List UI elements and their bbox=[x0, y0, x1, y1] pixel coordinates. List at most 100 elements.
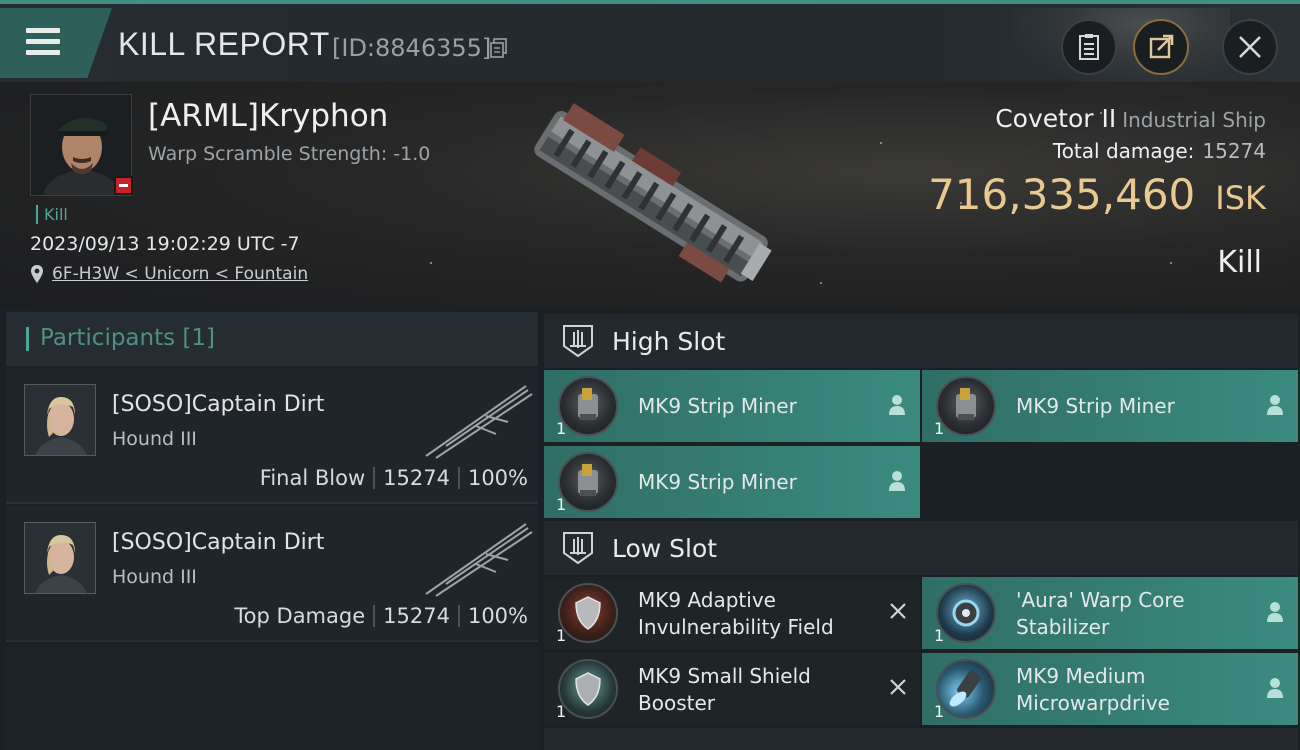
victim-name[interactable]: [ARML]Kryphon bbox=[148, 98, 388, 134]
module-item[interactable]: 1 MK9 Strip Miner bbox=[922, 370, 1298, 442]
strip-miner-icon bbox=[558, 452, 618, 512]
person-icon[interactable] bbox=[1266, 677, 1284, 699]
module-name-line1: 'Aura' Warp Core bbox=[1016, 588, 1185, 612]
module-quantity: 1 bbox=[934, 702, 945, 721]
close-icon bbox=[1239, 36, 1261, 58]
kill-result: Kill bbox=[1217, 245, 1262, 280]
module-quantity: 1 bbox=[934, 626, 945, 645]
participants-empty-area bbox=[6, 644, 538, 750]
planet-backdrop bbox=[1010, 8, 1230, 86]
module-name: MK9 Medium Microwarpdrive bbox=[1016, 663, 1170, 717]
module-name: MK9 Strip Miner bbox=[638, 469, 797, 494]
participants-accent bbox=[26, 327, 29, 351]
module-item[interactable]: 1 MK9 Adaptive Invulnerability Field bbox=[544, 577, 920, 649]
share-icon bbox=[1149, 34, 1174, 59]
total-damage-value: 15274 bbox=[1202, 139, 1266, 163]
module-name-line2: Invulnerability Field bbox=[638, 615, 834, 639]
destroyed-icon bbox=[890, 679, 906, 695]
module-name-line1: MK9 Medium bbox=[1016, 664, 1146, 688]
participant-percent: 100% bbox=[467, 466, 528, 490]
low-slot-header: Low Slot bbox=[544, 521, 1298, 575]
isk-value-line: 716,335,460 ISK bbox=[928, 170, 1266, 219]
total-damage-label: Total damage: bbox=[1052, 139, 1195, 163]
participant-ship: Hound III bbox=[112, 428, 197, 450]
close-button[interactable] bbox=[1222, 19, 1278, 75]
participant-ship: Hound III bbox=[112, 566, 197, 588]
warp-core-stabilizer-icon bbox=[936, 583, 996, 643]
participant-stats: Top Damage 15274 100% bbox=[234, 604, 528, 628]
module-name: MK9 Strip Miner bbox=[638, 393, 797, 418]
warp-scramble-strength: Warp Scramble Strength: -1.0 bbox=[148, 143, 431, 165]
invulnerability-field-icon bbox=[558, 583, 618, 643]
person-icon[interactable] bbox=[888, 394, 906, 416]
high-slot-title: High Slot bbox=[612, 327, 726, 356]
participant-role: Final Blow bbox=[259, 466, 366, 490]
high-slot-header: High Slot bbox=[544, 314, 1298, 368]
participant-row[interactable]: [SOSO]Captain Dirt Hound III Final Blow 1… bbox=[6, 368, 538, 504]
module-item[interactable]: 1 MK9 Strip Miner bbox=[544, 370, 920, 442]
participant-ship-image[interactable] bbox=[416, 376, 536, 462]
module-name: 'Aura' Warp Core Stabilizer bbox=[1016, 587, 1185, 641]
module-name: MK9 Adaptive Invulnerability Field bbox=[638, 587, 834, 641]
high-slot-icon bbox=[563, 325, 593, 358]
person-icon[interactable] bbox=[888, 470, 906, 492]
isk-value: 716,335,460 bbox=[928, 170, 1196, 219]
participant-avatar-art bbox=[25, 523, 95, 593]
module-name-line1: MK9 Small Shield bbox=[638, 664, 811, 688]
low-slot-title: Low Slot bbox=[612, 534, 718, 563]
victim-ship-image[interactable] bbox=[505, 98, 795, 298]
low-slot-icon bbox=[563, 532, 593, 565]
participant-damage: 15274 bbox=[383, 604, 450, 628]
header-bar: KILL REPORT [ID:8846355] bbox=[0, 4, 1300, 86]
shield-booster-icon bbox=[558, 659, 618, 719]
person-icon[interactable] bbox=[1266, 394, 1284, 416]
menu-button[interactable] bbox=[0, 8, 112, 78]
ship-name-line: Covetor II Industrial Ship bbox=[995, 104, 1266, 133]
kill-id: [ID:8846355] bbox=[332, 34, 492, 62]
ship-name[interactable]: Covetor II bbox=[995, 104, 1116, 133]
ship-class: Industrial Ship bbox=[1122, 108, 1266, 132]
module-item[interactable]: 1 'Aura' Warp Core Stabilizer bbox=[922, 577, 1298, 649]
participant-damage: 15274 bbox=[383, 466, 450, 490]
participant-ship-image[interactable] bbox=[416, 514, 536, 600]
copy-icon[interactable] bbox=[490, 38, 508, 58]
participants-header: Participants [1] bbox=[6, 312, 538, 366]
participant-avatar[interactable] bbox=[24, 522, 96, 594]
module-item[interactable]: 1 MK9 Strip Miner bbox=[544, 446, 920, 518]
share-button[interactable] bbox=[1133, 19, 1189, 75]
module-quantity: 1 bbox=[556, 626, 567, 645]
microwarpdrive-icon bbox=[936, 659, 996, 719]
module-quantity: 1 bbox=[556, 419, 567, 438]
kill-location[interactable]: 6F-H3W < Unicorn < Fountain bbox=[30, 264, 308, 284]
participant-name[interactable]: [SOSO]Captain Dirt bbox=[112, 530, 324, 555]
kill-datetime: 2023/09/13 19:02:29 UTC -7 bbox=[30, 233, 300, 255]
total-damage-line: Total damage: 15274 bbox=[1053, 139, 1266, 163]
menu-icon[interactable] bbox=[26, 28, 62, 58]
module-item[interactable]: 1 MK9 Small Shield Booster bbox=[544, 653, 920, 725]
participant-name[interactable]: [SOSO]Captain Dirt bbox=[112, 392, 324, 417]
mid-slot-header-partial bbox=[544, 728, 1298, 750]
destroyed-icon bbox=[890, 603, 906, 619]
participant-avatar[interactable] bbox=[24, 384, 96, 456]
module-name: MK9 Small Shield Booster bbox=[638, 663, 811, 717]
page-title: KILL REPORT bbox=[118, 26, 330, 62]
module-quantity: 1 bbox=[556, 702, 567, 721]
module-item[interactable]: 1 MK9 Medium Microwarpdrive bbox=[922, 653, 1298, 725]
strip-miner-icon bbox=[936, 376, 996, 436]
strip-miner-icon bbox=[558, 376, 618, 436]
module-name: MK9 Strip Miner bbox=[1016, 393, 1175, 418]
clipboard-icon bbox=[1079, 34, 1099, 60]
kill-tag: Kill bbox=[36, 205, 68, 224]
module-name-line2: Stabilizer bbox=[1016, 615, 1110, 639]
participant-role: Top Damage bbox=[234, 604, 366, 628]
module-name-line1: MK9 Adaptive bbox=[638, 588, 776, 612]
location-link[interactable]: 6F-H3W < Unicorn < Fountain bbox=[52, 264, 308, 284]
isk-unit: ISK bbox=[1215, 179, 1266, 217]
participant-percent: 100% bbox=[467, 604, 528, 628]
participant-avatar-art bbox=[25, 385, 95, 455]
person-icon[interactable] bbox=[1266, 601, 1284, 623]
clipboard-button[interactable] bbox=[1061, 19, 1117, 75]
module-name-line2: Booster bbox=[638, 691, 715, 715]
module-quantity: 1 bbox=[934, 419, 945, 438]
participant-row[interactable]: [SOSO]Captain Dirt Hound III Top Damage 1… bbox=[6, 506, 538, 642]
